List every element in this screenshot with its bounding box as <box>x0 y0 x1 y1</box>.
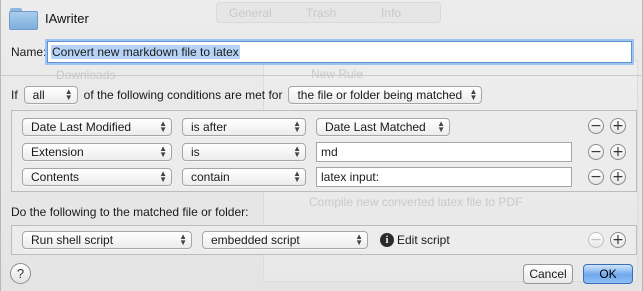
background-tab-info: Info <box>381 6 402 20</box>
rule-name-value: Convert new markdown file to latex <box>51 45 240 59</box>
script-source-popup[interactable]: embedded script ▲ ▼ <box>202 231 368 249</box>
condition-row-1: Date Last Modified ▲ ▼ is after ▲ ▼ Date L… <box>22 117 450 137</box>
popup-arrows-icon: ▲ ▼ <box>355 232 363 247</box>
info-icon: i <box>380 233 394 247</box>
background-item-compile: Compile new converted latex file to PDF <box>309 195 523 209</box>
divider <box>1 75 643 76</box>
operator-value: contain <box>191 170 230 184</box>
attribute-value: Date Last Modified <box>31 120 132 134</box>
help-button[interactable]: ? <box>10 263 31 284</box>
attribute-value: Contents <box>31 170 80 184</box>
operator-value: is after <box>191 120 228 134</box>
condition-operator-popup[interactable]: contain ▲ ▼ <box>182 168 306 186</box>
condition-operator-popup[interactable]: is ▲ ▼ <box>182 143 306 161</box>
operator-value: is <box>191 145 200 159</box>
script-source-value: embedded script <box>211 233 300 247</box>
condition-value-popup[interactable]: Date Last Matched ▲ ▼ <box>316 118 450 136</box>
folder-title: IAwriter <box>45 10 89 26</box>
target-popup[interactable]: the file or folder being matched ▲ ▼ <box>288 86 483 104</box>
actions-box: Run shell script ▲ ▼ embedded script ▲ ▼ i… <box>11 225 637 255</box>
cancel-button[interactable]: Cancel <box>523 264 573 284</box>
background-item-new-rule: New Rule <box>311 67 364 81</box>
action-row: Run shell script ▲ ▼ embedded script ▲ ▼ i… <box>22 230 450 250</box>
condition-attribute-popup[interactable]: Extension ▲ ▼ <box>22 143 172 161</box>
condition-value: Date Last Matched <box>325 120 426 134</box>
folder-icon <box>9 6 39 30</box>
action-type-value: Run shell script <box>31 233 114 247</box>
condition-value: md <box>321 145 338 159</box>
add-action-button[interactable]: + <box>610 232 626 248</box>
rule-name-input[interactable]: Convert new markdown file to latex <box>47 41 632 63</box>
background-tab-general: General <box>229 6 272 20</box>
popup-arrows-icon: ▲ ▼ <box>293 169 301 184</box>
action-row-controls: − + <box>588 232 626 248</box>
add-condition-button[interactable]: + <box>610 169 626 185</box>
quantifier-popup[interactable]: all ▲ ▼ <box>23 86 78 104</box>
actions-label: Do the following to the matched file or … <box>11 205 249 219</box>
rule-editor-sheet: General Trash Info Downloads New Rule Co… <box>0 0 643 291</box>
popup-arrows-icon: ▲ ▼ <box>159 119 167 134</box>
condition-value-input[interactable]: md <box>316 142 572 162</box>
add-condition-button[interactable]: + <box>610 144 626 160</box>
background-tab-trash: Trash <box>306 6 337 20</box>
popup-arrows-icon: ▲ ▼ <box>293 119 301 134</box>
condition-attribute-popup[interactable]: Contents ▲ ▼ <box>22 168 172 186</box>
conditions-header: If all ▲ ▼ of the following conditions ar… <box>11 86 483 104</box>
conditions-box: Date Last Modified ▲ ▼ is after ▲ ▼ Date L… <box>11 110 637 192</box>
target-value: the file or folder being matched <box>297 88 463 102</box>
popup-arrows-icon: ▲ ▼ <box>159 169 167 184</box>
condition-attribute-popup[interactable]: Date Last Modified ▲ ▼ <box>22 118 172 136</box>
add-condition-button[interactable]: + <box>610 118 626 134</box>
condition-row-3-controls: − + <box>588 169 626 185</box>
conditions-text: of the following conditions are met for <box>83 88 283 102</box>
remove-condition-button[interactable]: − <box>588 118 604 134</box>
condition-row-2: Extension ▲ ▼ is ▲ ▼ md <box>22 142 572 162</box>
popup-arrows-icon: ▲ ▼ <box>469 87 478 102</box>
ok-button[interactable]: OK <box>583 264 633 284</box>
condition-row-2-controls: − + <box>588 144 626 160</box>
attribute-value: Extension <box>31 145 84 159</box>
name-label: Name: <box>11 45 47 59</box>
condition-value: latex input: <box>321 170 380 184</box>
quantifier-value: all <box>32 88 45 102</box>
remove-action-button[interactable]: − <box>588 232 604 248</box>
popup-arrows-icon: ▲ ▼ <box>179 232 187 247</box>
popup-arrows-icon: ▲ ▼ <box>437 119 445 134</box>
condition-row-1-controls: − + <box>588 118 626 134</box>
folder-header: IAwriter <box>9 4 89 32</box>
popup-arrows-icon: ▲ ▼ <box>64 87 73 102</box>
edit-script-button[interactable]: i Edit script <box>380 233 450 247</box>
condition-value-input[interactable]: latex input: <box>316 167 572 187</box>
name-row: Name: Convert new markdown file to latex <box>11 41 632 63</box>
condition-operator-popup[interactable]: is after ▲ ▼ <box>182 118 306 136</box>
edit-script-label: Edit script <box>397 233 450 247</box>
remove-condition-button[interactable]: − <box>588 169 604 185</box>
popup-arrows-icon: ▲ ▼ <box>293 144 301 159</box>
action-type-popup[interactable]: Run shell script ▲ ▼ <box>22 231 192 249</box>
if-label: If <box>11 88 18 102</box>
remove-condition-button[interactable]: − <box>588 144 604 160</box>
popup-arrows-icon: ▲ ▼ <box>159 144 167 159</box>
condition-row-3: Contents ▲ ▼ contain ▲ ▼ latex input: <box>22 167 572 187</box>
